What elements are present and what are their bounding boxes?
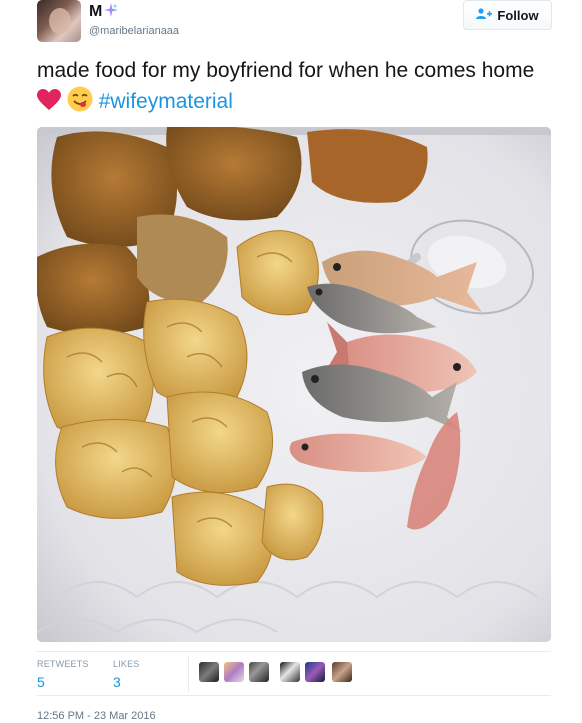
tweet-text: made food for my boyfriend for when he c… [37, 56, 547, 121]
liker-avatar[interactable] [305, 662, 325, 682]
tweet-photo[interactable] [37, 127, 551, 642]
tweet-timestamp[interactable]: 12:56 PM - 23 Mar 2016 [37, 710, 156, 722]
follow-label: Follow [497, 7, 539, 23]
add-user-icon [476, 7, 493, 23]
sparkles-icon [104, 3, 119, 22]
retweets-count[interactable]: 5 [37, 674, 45, 690]
liker-avatar[interactable] [224, 662, 244, 682]
retweets-label: RETWEETS [37, 659, 89, 669]
plate-photo-illustration [37, 127, 551, 642]
yum-face-icon [67, 86, 93, 121]
stats-separator [188, 656, 189, 692]
liker-avatar[interactable] [332, 662, 352, 682]
likes-count[interactable]: 3 [113, 674, 121, 690]
liker-avatar[interactable] [249, 662, 269, 682]
hashtag-link[interactable]: #wifeymaterial [99, 90, 233, 113]
likes-label: LIKES [113, 659, 140, 669]
follow-button[interactable]: Follow [463, 0, 552, 30]
author-avatar[interactable] [37, 0, 81, 42]
liker-avatar[interactable] [199, 662, 219, 682]
tweet-body: made food for my boyfriend for when he c… [37, 59, 535, 82]
stats-divider-bottom [37, 695, 551, 696]
tweet-header: M @maribelarianaaa Follow [37, 0, 552, 44]
stats-divider-top [37, 651, 551, 652]
red-heart-icon [37, 89, 61, 120]
author-name-line[interactable]: M [89, 3, 119, 22]
author-name[interactable]: M [89, 3, 102, 20]
liker-avatar[interactable] [280, 662, 300, 682]
author-handle[interactable]: @maribelarianaaa [89, 25, 179, 37]
